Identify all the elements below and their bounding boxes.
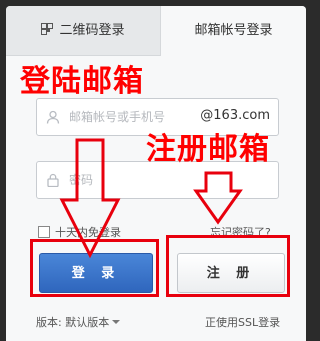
qr-code-icon [41, 23, 54, 35]
remember-login[interactable]: 十天内免登录 [38, 224, 121, 240]
remember-checkbox[interactable] [38, 226, 50, 238]
chevron-down-icon [112, 320, 121, 324]
login-highlight-box [30, 239, 159, 297]
lock-icon [47, 173, 59, 187]
account-field[interactable]: @163.com [36, 98, 279, 136]
tab-qr-login-label: 二维码登录 [59, 23, 125, 38]
tab-account-login-label: 邮箱帐号登录 [194, 23, 273, 38]
domain-suffix: @163.com [200, 108, 270, 123]
tab-account-login[interactable]: 邮箱帐号登录 [161, 6, 306, 56]
login-tabs: 二维码登录 邮箱帐号登录 [6, 6, 306, 56]
account-input[interactable] [69, 99, 219, 135]
ssl-login-link[interactable]: 正使用SSL登录 [205, 314, 280, 330]
password-input[interactable] [69, 162, 269, 198]
login-annotation: 登陆邮箱 [20, 64, 144, 99]
register-annotation: 注册邮箱 [146, 132, 270, 167]
tab-qr-login[interactable]: 二维码登录 [6, 6, 161, 56]
version-label: 版本: 默认版本 [36, 316, 110, 329]
remember-label: 十天内免登录 [55, 226, 121, 239]
version-selector[interactable]: 版本: 默认版本 [36, 314, 121, 330]
register-highlight-box [166, 235, 290, 297]
user-icon [46, 110, 60, 124]
